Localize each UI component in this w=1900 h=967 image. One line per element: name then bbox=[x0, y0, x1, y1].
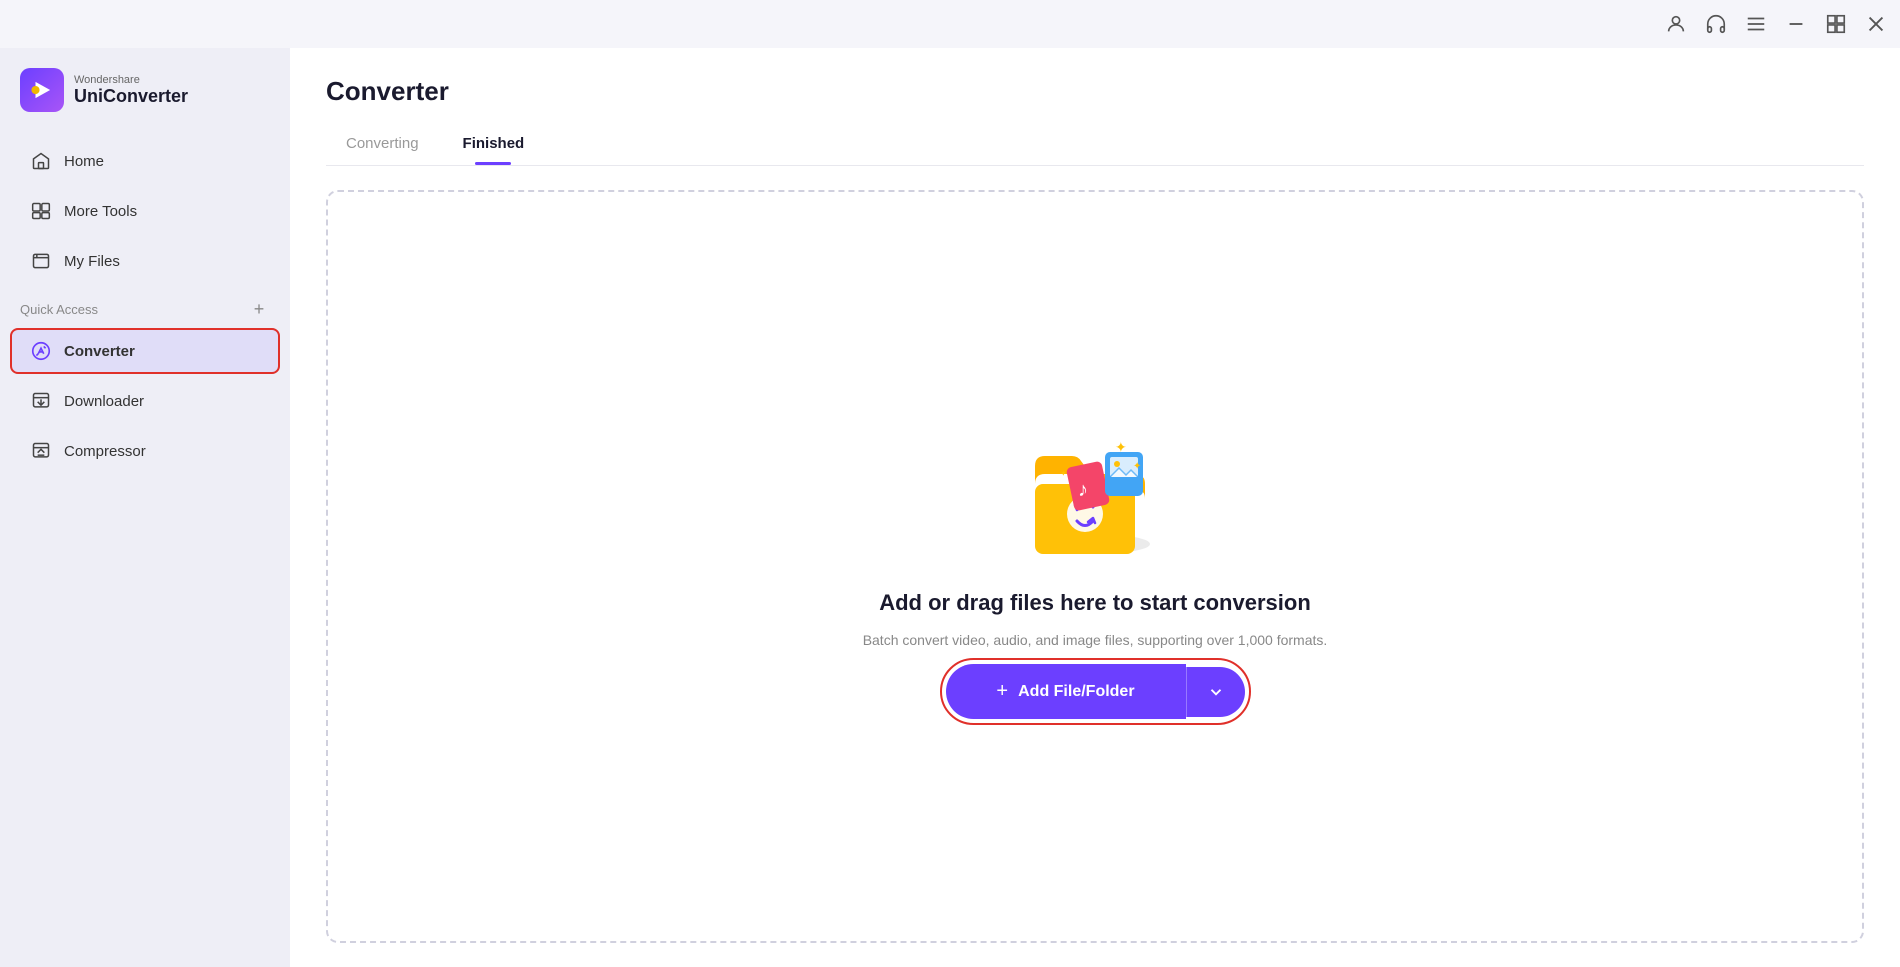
menu-icon[interactable] bbox=[1744, 12, 1768, 36]
sidebar: Wondershare UniConverter Home More Tools bbox=[0, 48, 290, 967]
drop-zone-title: Add or drag files here to start conversi… bbox=[879, 590, 1311, 616]
headset-icon[interactable] bbox=[1704, 12, 1728, 36]
tabs: Converting Finished bbox=[326, 125, 1864, 166]
sidebar-item-more-tools-label: More Tools bbox=[64, 203, 137, 220]
minimize-icon[interactable] bbox=[1784, 12, 1808, 36]
page-title: Converter bbox=[326, 76, 1864, 107]
sidebar-item-converter[interactable]: Converter bbox=[10, 328, 280, 374]
home-icon bbox=[30, 150, 52, 172]
converter-icon bbox=[30, 340, 52, 362]
svg-text:✦: ✦ bbox=[1060, 469, 1067, 478]
titlebar bbox=[0, 0, 1900, 48]
quick-access-label: Quick Access bbox=[20, 302, 98, 317]
drop-zone-subtitle: Batch convert video, audio, and image fi… bbox=[863, 632, 1328, 648]
maximize-icon[interactable] bbox=[1824, 12, 1848, 36]
more-tools-icon bbox=[30, 200, 52, 222]
main-content: Converter Converting Finished bbox=[290, 48, 1900, 967]
svg-text:✦: ✦ bbox=[1115, 439, 1127, 455]
tab-converting[interactable]: Converting bbox=[326, 125, 439, 165]
sidebar-item-compressor-label: Compressor bbox=[64, 443, 146, 460]
app-body: Wondershare UniConverter Home More Tools bbox=[0, 48, 1900, 967]
add-file-button-wrapper: + Add File/Folder bbox=[946, 664, 1245, 719]
sidebar-item-my-files-label: My Files bbox=[64, 253, 120, 270]
drop-zone[interactable]: ♪ ✦ ✦ ✦ Add or drag files here to start … bbox=[326, 190, 1864, 943]
quick-access-header: Quick Access + bbox=[0, 286, 290, 326]
logo-icon bbox=[20, 68, 64, 112]
logo-text: Wondershare UniConverter bbox=[74, 74, 188, 107]
svg-text:✦: ✦ bbox=[1133, 461, 1141, 472]
close-icon[interactable] bbox=[1864, 12, 1888, 36]
downloader-icon bbox=[30, 390, 52, 412]
add-file-label: Add File/Folder bbox=[1018, 683, 1134, 701]
my-files-icon bbox=[30, 250, 52, 272]
user-icon[interactable] bbox=[1664, 12, 1688, 36]
plus-icon: + bbox=[996, 680, 1008, 703]
sidebar-item-converter-label: Converter bbox=[64, 343, 135, 360]
page-header: Converter Converting Finished bbox=[290, 48, 1900, 166]
sidebar-logo: Wondershare UniConverter bbox=[0, 48, 290, 136]
sidebar-item-compressor[interactable]: Compressor bbox=[10, 428, 280, 474]
sidebar-item-more-tools[interactable]: More Tools bbox=[10, 188, 280, 234]
sidebar-item-home[interactable]: Home bbox=[10, 138, 280, 184]
tab-finished[interactable]: Finished bbox=[443, 125, 545, 165]
svg-text:♪: ♪ bbox=[1078, 479, 1088, 501]
sidebar-item-downloader[interactable]: Downloader bbox=[10, 378, 280, 424]
compressor-icon bbox=[30, 440, 52, 462]
sidebar-item-my-files[interactable]: My Files bbox=[10, 238, 280, 284]
add-file-dropdown-button[interactable] bbox=[1186, 667, 1245, 717]
convert-illustration: ♪ ✦ ✦ ✦ bbox=[1015, 414, 1175, 574]
logo-brand: Wondershare bbox=[74, 74, 188, 86]
quick-access-add-button[interactable]: + bbox=[248, 298, 270, 320]
sidebar-item-downloader-label: Downloader bbox=[64, 393, 144, 410]
sidebar-item-home-label: Home bbox=[64, 153, 104, 170]
logo-name: UniConverter bbox=[74, 86, 188, 107]
add-file-main-button[interactable]: + Add File/Folder bbox=[946, 664, 1186, 719]
